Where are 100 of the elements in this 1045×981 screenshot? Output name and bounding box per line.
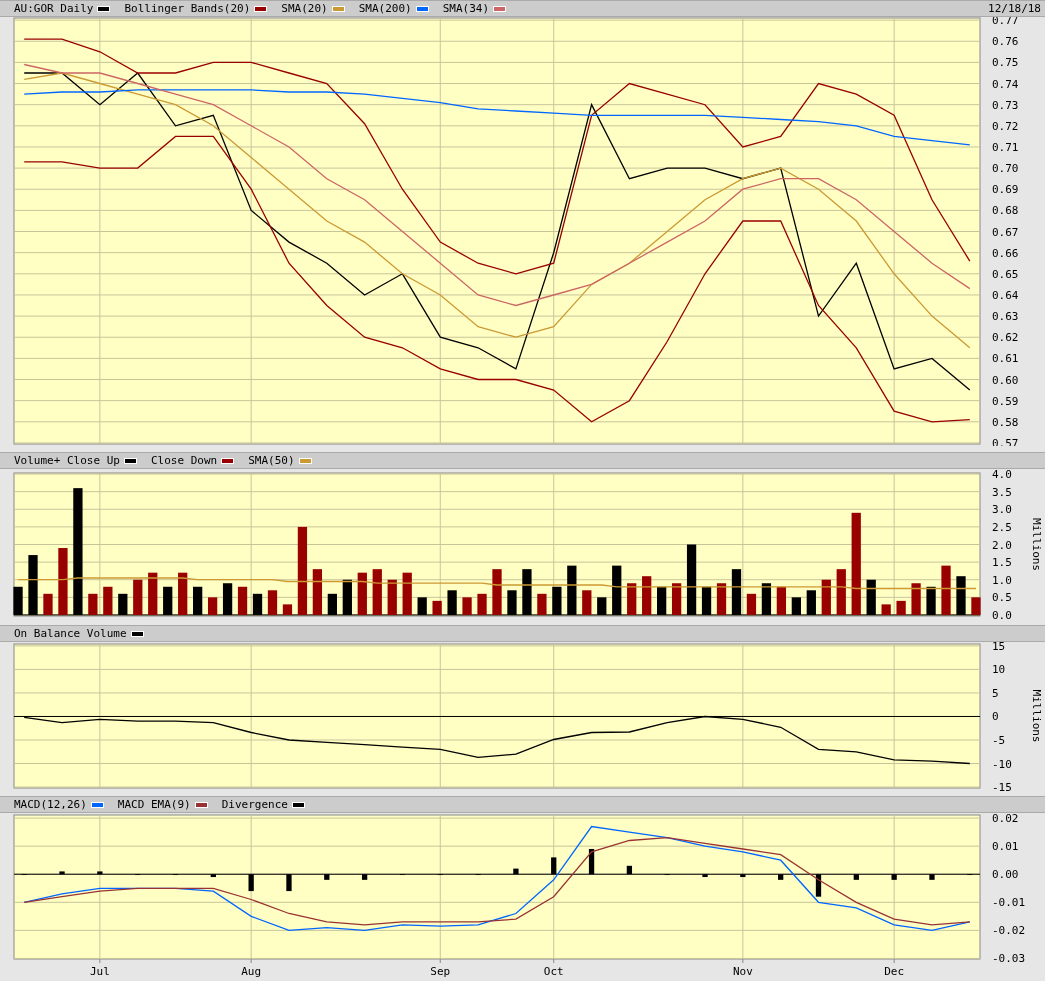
volume-bar bbox=[462, 597, 472, 615]
volume-bar bbox=[208, 597, 218, 615]
axis-tick-label: 0.58 bbox=[992, 415, 1019, 429]
axis-tick-label: Nov bbox=[732, 965, 753, 978]
volume-bar bbox=[432, 600, 442, 615]
volume-bar bbox=[492, 569, 502, 615]
volume-bar bbox=[896, 600, 906, 615]
volume-bar bbox=[88, 593, 98, 615]
axis-tick-label: 0.73 bbox=[992, 98, 1019, 112]
axis-tick-label: -15 bbox=[992, 781, 1012, 792]
axis-tick-label: 0.5 bbox=[992, 591, 1012, 605]
axis-tick-label: 3.0 bbox=[992, 503, 1012, 517]
axis-tick-label: 0.02 bbox=[992, 813, 1019, 826]
axis-tick-label: 1.0 bbox=[992, 573, 1012, 587]
axis-tick-label: 0.01 bbox=[992, 840, 1019, 854]
volume-bar bbox=[671, 583, 682, 615]
legend-swatch bbox=[493, 5, 507, 12]
volume-bar bbox=[178, 572, 188, 615]
volume-bar bbox=[776, 586, 786, 615]
axis-tick-label: Oct bbox=[543, 965, 564, 978]
volume-bar bbox=[716, 583, 727, 615]
legend-swatch bbox=[331, 5, 345, 12]
legend-swatch bbox=[415, 5, 429, 12]
axis-tick-label: -0.03 bbox=[992, 952, 1026, 966]
axis-tick-label: Sep bbox=[430, 965, 451, 978]
axis-tick-label: 0.71 bbox=[992, 140, 1019, 154]
axis-tick-label: 0.65 bbox=[992, 267, 1019, 281]
axis-tick-label: 4.0 bbox=[992, 469, 1012, 482]
volume-bar bbox=[971, 597, 981, 615]
legend-label: On Balance Volume bbox=[14, 628, 127, 639]
axis-tick-label: 0.59 bbox=[992, 394, 1019, 408]
legend-swatch bbox=[291, 801, 305, 808]
axis-tick-label: 3.5 bbox=[992, 485, 1012, 499]
axis-title: Millions bbox=[1030, 689, 1043, 743]
volume-bar bbox=[642, 576, 652, 615]
volume-bar bbox=[746, 593, 757, 615]
axis-tick-label: 0 bbox=[992, 710, 999, 724]
axis-tick-label: 2.0 bbox=[992, 538, 1012, 552]
axis-tick-label: Dec bbox=[884, 965, 905, 978]
legend-label: SMA(34) bbox=[442, 3, 490, 14]
axis-tick-label: 5 bbox=[992, 686, 999, 700]
legend-label: MACD EMA(9) bbox=[117, 799, 191, 810]
legend-label: Bollinger Bands(20) bbox=[124, 3, 251, 14]
volume-bar bbox=[582, 590, 592, 615]
volume-bar bbox=[477, 593, 487, 615]
volume-bar bbox=[133, 579, 143, 615]
axis-tick-label: 1.5 bbox=[992, 556, 1012, 570]
axis-tick-label: 0.61 bbox=[992, 352, 1019, 366]
axis-tick-label: 0.0 bbox=[992, 608, 1012, 621]
volume-bar bbox=[372, 569, 382, 615]
volume-bar bbox=[58, 548, 68, 615]
volume-bar bbox=[402, 572, 412, 615]
volume-bar bbox=[941, 565, 951, 615]
axis-tick-label: -5 bbox=[992, 734, 1006, 747]
volume-bar bbox=[43, 593, 53, 615]
legend-label: AU:GOR Daily bbox=[14, 3, 94, 14]
volume-bar bbox=[282, 604, 293, 615]
axis-tick-label: -0.02 bbox=[992, 924, 1026, 938]
legend-label: MACD(12,26) bbox=[14, 799, 87, 810]
legend-swatch bbox=[130, 630, 144, 637]
volume-bar bbox=[267, 590, 278, 615]
axis-tick-label: Aug bbox=[241, 965, 262, 978]
legend-swatch bbox=[90, 801, 104, 808]
volume-bar bbox=[881, 604, 891, 615]
legend-label: Close Down bbox=[150, 455, 218, 466]
volume-bar bbox=[537, 593, 547, 615]
axis-tick-label: 0.75 bbox=[992, 56, 1019, 70]
axis-tick-label: 0.64 bbox=[992, 288, 1019, 302]
legend-label: SMA(50) bbox=[248, 455, 295, 466]
legend-swatch bbox=[194, 801, 208, 808]
legend-label: Divergence bbox=[221, 799, 288, 810]
volume-bar bbox=[237, 586, 248, 615]
volume-bar bbox=[312, 569, 323, 615]
axis-tick-label: 2.5 bbox=[992, 520, 1012, 534]
axis-tick-label: -10 bbox=[992, 757, 1012, 771]
legend-swatch bbox=[97, 5, 111, 12]
axis-tick-label: 0.63 bbox=[992, 310, 1019, 324]
axis-tick-label: 0.66 bbox=[992, 246, 1019, 260]
legend-label: SMA(200) bbox=[358, 3, 412, 14]
legend-swatch bbox=[221, 457, 235, 464]
axis-tick-label: 0.62 bbox=[992, 331, 1019, 345]
volume-bar bbox=[821, 579, 831, 615]
axis-tick-label: 0.74 bbox=[992, 77, 1019, 91]
chart-date: 12/18/18 bbox=[988, 3, 1041, 14]
volume-bar bbox=[103, 586, 113, 615]
axis-tick-label: 0.69 bbox=[992, 183, 1019, 197]
axis-tick-label: 15 bbox=[992, 642, 1006, 653]
axis-title: Millions bbox=[1030, 518, 1043, 571]
axis-tick-label: 0.67 bbox=[992, 225, 1019, 239]
legend-swatch bbox=[123, 457, 137, 464]
axis-tick-label: 10 bbox=[992, 663, 1006, 677]
axis-tick-label: 0.72 bbox=[992, 119, 1019, 133]
axis-tick-label: 0.76 bbox=[992, 35, 1019, 49]
volume-bar bbox=[387, 579, 397, 615]
volume-bar bbox=[911, 583, 921, 615]
axis-tick-label: 0.00 bbox=[992, 868, 1019, 882]
legend-swatch bbox=[254, 5, 268, 12]
axis-tick-label: 0.68 bbox=[992, 204, 1019, 218]
legend-swatch bbox=[298, 457, 312, 464]
volume-bar bbox=[627, 583, 637, 615]
